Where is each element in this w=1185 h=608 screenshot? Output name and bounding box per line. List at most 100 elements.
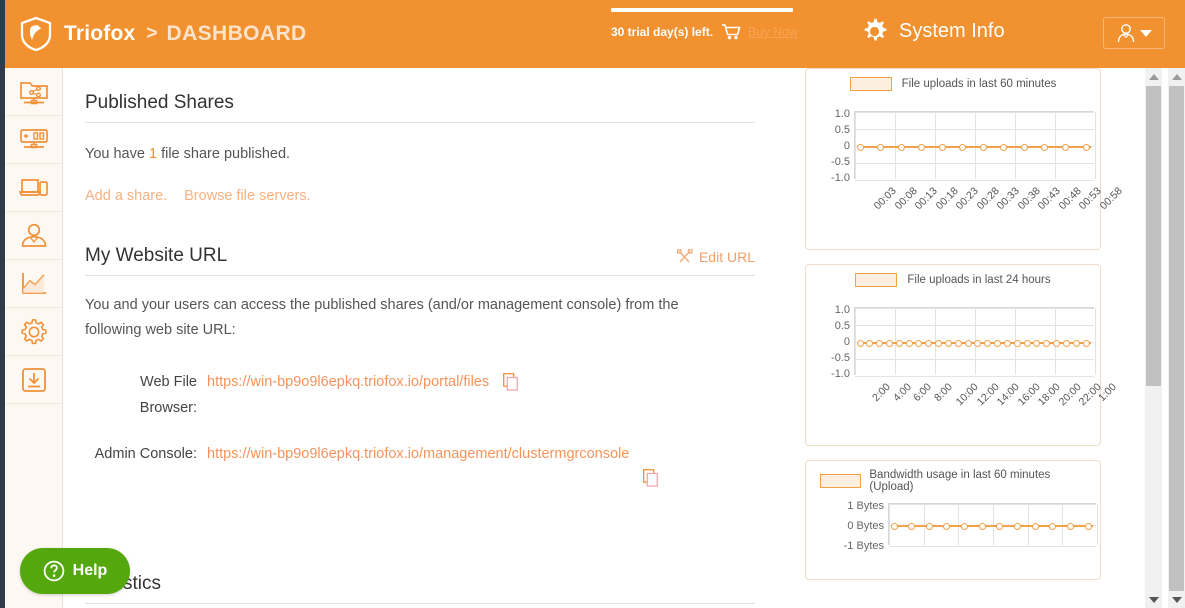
x-tick: 10:00 — [953, 381, 981, 409]
data-point — [974, 339, 982, 347]
scrollbar-thumb[interactable] — [1169, 86, 1184, 591]
scroll-down-arrow[interactable] — [1145, 591, 1162, 608]
scroll-up-arrow[interactable] — [1145, 68, 1162, 85]
data-point — [1053, 339, 1061, 347]
inner-scrollbar[interactable] — [1145, 68, 1162, 608]
sidebar-item-dashboard[interactable] — [5, 116, 62, 164]
series-line — [893, 525, 1093, 527]
url-list: Web File Browser: https://win-bp9o9l6epk… — [85, 369, 755, 487]
data-point — [935, 339, 943, 347]
trial-days-label: 30 trial day(s) left. — [611, 25, 714, 39]
y-tick: 0.5 — [834, 124, 850, 136]
page-scrollbar[interactable] — [1168, 68, 1185, 608]
top-header: Triofox > DASHBOARD 30 trial day(s) left… — [5, 0, 1185, 68]
data-point — [1023, 339, 1031, 347]
data-point — [964, 339, 972, 347]
system-info-button[interactable]: System Info — [861, 18, 1005, 45]
data-point — [1061, 143, 1069, 151]
add-share-link[interactable]: Add a share. — [85, 188, 167, 204]
data-point — [1072, 339, 1080, 347]
scroll-up-arrow[interactable] — [1168, 68, 1185, 85]
chart-plot: 1.0 0.5 0 -0.5 -1.0 2:00 4:00 6:00 8:00 10:0… — [812, 289, 1119, 439]
triofox-logo-icon — [19, 16, 53, 52]
x-tick: 00:03 — [871, 185, 899, 213]
sidebar-item-reports[interactable] — [5, 260, 62, 308]
sidebar-item-shared-folders[interactable] — [5, 68, 62, 116]
data-point — [1020, 143, 1028, 151]
shared-folder-icon — [19, 78, 49, 106]
x-tick: 2:00 — [869, 381, 893, 404]
y-tick: -1 Bytes — [843, 540, 884, 552]
y-tick: 1 Bytes — [847, 500, 884, 512]
chart-legend: Bandwidth usage in last 60 minutes (Uplo… — [812, 469, 1094, 493]
url-label: Web File Browser: — [139, 374, 197, 416]
website-url-description: You and your users can access the publis… — [85, 297, 679, 338]
data-point — [895, 339, 903, 347]
help-button[interactable]: Help — [20, 548, 130, 594]
data-point — [961, 522, 969, 530]
left-sidebar — [5, 68, 63, 608]
charts-column: File uploads in last 60 minutes 1.0 0.5 … — [805, 68, 1125, 608]
page-title: DASHBOARD — [166, 22, 307, 45]
series-line — [859, 146, 1091, 148]
cart-icon[interactable] — [722, 24, 741, 40]
data-point — [885, 339, 893, 347]
gear-icon — [19, 318, 49, 346]
data-point — [979, 143, 987, 151]
browse-file-servers-link[interactable]: Browse file servers. — [184, 188, 311, 204]
chart-legend: File uploads in last 24 hours — [812, 273, 1094, 287]
chart-card-uploads-24h: File uploads in last 24 hours 1.0 0.5 0 … — [805, 264, 1119, 446]
grid-line-v — [1095, 308, 1096, 375]
tools-icon — [676, 248, 693, 265]
grid-line-v — [855, 308, 856, 375]
data-point — [1003, 339, 1011, 347]
gear-icon — [861, 18, 888, 45]
copy-icon[interactable] — [643, 469, 659, 487]
x-tick: 00:43 — [1036, 185, 1064, 213]
sidebar-item-devices[interactable] — [5, 164, 62, 212]
chart-title: File uploads in last 60 minutes — [901, 78, 1057, 90]
data-point — [918, 143, 926, 151]
sidebar-item-settings[interactable] — [5, 308, 62, 356]
data-point — [996, 522, 1004, 530]
left-column: Published Shares You have 1 file share p… — [85, 68, 755, 507]
data-point — [897, 143, 905, 151]
data-point — [1043, 339, 1051, 347]
sentence-suffix: file share published. — [157, 146, 291, 162]
legend-swatch — [820, 474, 862, 488]
edit-url-button[interactable]: Edit URL — [676, 248, 755, 267]
published-shares-header: Published Shares — [85, 92, 755, 123]
website-url-header: My Website URL Edit URL — [85, 245, 755, 276]
url-label: Admin Console: — [94, 446, 197, 462]
x-tick: 16:00 — [1015, 381, 1043, 409]
sidebar-item-users[interactable] — [5, 212, 62, 260]
x-tick: 00:53 — [1077, 185, 1105, 213]
grid-line-v — [1097, 504, 1098, 545]
y-tick: 0 Bytes — [847, 520, 884, 532]
legend-swatch — [849, 77, 892, 91]
data-point — [1082, 143, 1090, 151]
question-circle-icon — [43, 560, 65, 582]
data-point — [978, 522, 986, 530]
buy-now-link[interactable]: Buy Now — [748, 25, 798, 39]
x-tick: 8:00 — [931, 381, 955, 404]
download-icon — [19, 366, 49, 394]
sidebar-item-downloads[interactable] — [5, 356, 62, 404]
scrollbar-thumb[interactable] — [1146, 86, 1161, 386]
y-tick: 0 — [843, 336, 850, 348]
data-point — [943, 522, 951, 530]
chart-title: Bandwidth usage in last 60 minutes (Uplo… — [869, 469, 1051, 493]
user-menu-button[interactable] — [1103, 17, 1165, 49]
chart-icon — [19, 270, 49, 298]
scroll-down-arrow[interactable] — [1168, 591, 1185, 608]
trial-status-block: 30 trial day(s) left. Buy Now — [611, 8, 801, 40]
url-value[interactable]: https://win-bp9o9l6epkq.triofox.io/manag… — [207, 441, 629, 467]
user-avatar-icon — [1116, 23, 1136, 43]
y-tick: 1.0 — [834, 304, 850, 316]
url-value[interactable]: https://win-bp9o9l6epkq.triofox.io/porta… — [207, 369, 489, 395]
grid-line-v — [889, 504, 890, 545]
chart-plot: 1 Bytes 0 Bytes -1 Bytes — [812, 495, 1098, 585]
copy-icon[interactable] — [503, 373, 519, 391]
brand-block[interactable]: Triofox > DASHBOARD — [19, 16, 307, 52]
help-label: Help — [72, 562, 108, 579]
